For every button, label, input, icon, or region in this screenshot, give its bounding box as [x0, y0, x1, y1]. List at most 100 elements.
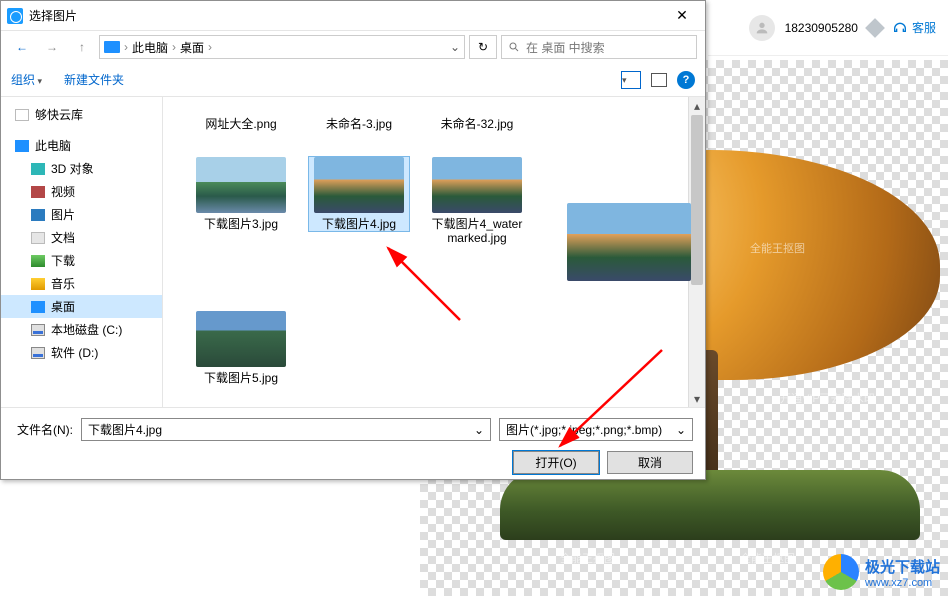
file-name: 下载图片3.jpg	[191, 217, 291, 231]
file-name: 下载图片4_watermarked.jpg	[427, 217, 527, 245]
file-thumbnail	[196, 157, 286, 213]
pc-icon	[104, 41, 120, 53]
file-item[interactable]: 下载图片5.jpg	[191, 311, 291, 385]
sidebar-item[interactable]: 音乐	[1, 272, 162, 295]
chevron-down-icon[interactable]: ⌄	[676, 423, 686, 437]
sidebar-item-label: 视频	[51, 183, 75, 200]
chevron-down-icon[interactable]: ⌄	[474, 423, 484, 437]
nav-up-button[interactable]: ↑	[69, 35, 95, 59]
file-name: 未命名-32.jpg	[427, 117, 527, 131]
sidebar-item-label: 音乐	[51, 275, 75, 292]
sidebar-item-label: 3D 对象	[51, 160, 94, 177]
file-name: 网址大全.png	[191, 117, 291, 131]
new-folder-button[interactable]: 新建文件夹	[64, 71, 124, 88]
address-dropdown[interactable]: ⌄	[450, 40, 460, 54]
filetype-value: 图片(*.jpg;*.jpeg;*.png;*.bmp)	[506, 421, 662, 438]
file-item[interactable]: 下载图片4.jpg	[309, 157, 409, 231]
file-item[interactable]: 下载图片3.jpg	[191, 157, 291, 231]
watermark-text: 全能王抠图	[750, 240, 805, 256]
file-thumbnail	[432, 157, 522, 213]
folder-icon	[31, 301, 45, 313]
logo-url: www.xz7.com	[865, 577, 940, 589]
folder-icon	[15, 140, 29, 152]
watermark-text: 全能王抠图	[740, 550, 795, 566]
sidebar-item[interactable]: 本地磁盘 (C:)	[1, 318, 162, 341]
titlebar: 选择图片 ✕	[1, 1, 705, 31]
logo-icon	[823, 554, 859, 590]
support-label: 客服	[912, 19, 936, 36]
folder-icon	[31, 163, 45, 175]
file-item[interactable]: 未命名-3.jpg	[309, 113, 409, 131]
app-icon	[7, 8, 23, 24]
file-thumbnail	[196, 311, 286, 367]
file-item[interactable]: 下载图片4_watermarked.jpg	[427, 157, 527, 245]
sidebar-item[interactable]: 图片	[1, 203, 162, 226]
sidebar-item[interactable]: 视频	[1, 180, 162, 203]
view-mode-button[interactable]	[621, 71, 641, 89]
file-item[interactable]: 网址大全.png	[191, 113, 291, 131]
close-button[interactable]: ✕	[665, 4, 699, 28]
app-header: 18230905280 客服	[708, 0, 948, 56]
folder-icon	[31, 209, 45, 221]
sidebar-item-label: 本地磁盘 (C:)	[51, 321, 122, 338]
sidebar-item[interactable]: 此电脑	[1, 134, 162, 157]
sidebar-item[interactable]: 3D 对象	[1, 157, 162, 180]
sidebar-item-label: 够快云库	[35, 106, 83, 123]
search-icon	[508, 41, 520, 53]
vip-diamond-icon[interactable]	[865, 18, 885, 38]
headset-icon	[892, 20, 908, 36]
chevron-right-icon: ›	[208, 40, 212, 54]
sidebar-item-label: 此电脑	[35, 137, 71, 154]
nav-forward-button[interactable]: →	[39, 35, 65, 59]
organize-menu[interactable]: 组织	[11, 71, 42, 88]
customer-service-link[interactable]: 客服	[892, 19, 936, 36]
folder-icon	[31, 255, 45, 267]
sidebar-item-label: 软件 (D:)	[51, 344, 98, 361]
file-name: 未命名-3.jpg	[309, 117, 409, 131]
sidebar-item[interactable]: 桌面	[1, 295, 162, 318]
folder-icon	[31, 232, 45, 244]
toolbar: 组织 新建文件夹 ?	[1, 63, 705, 97]
filetype-select[interactable]: 图片(*.jpg;*.jpeg;*.png;*.bmp) ⌄	[499, 418, 693, 441]
filename-input[interactable]: 下载图片4.jpg ⌄	[81, 418, 491, 441]
crumb-root[interactable]: 此电脑	[132, 39, 168, 56]
user-phone[interactable]: 18230905280	[785, 21, 858, 35]
search-input[interactable]: 在 桌面 中搜索	[501, 35, 697, 59]
open-button[interactable]: 打开(O)	[513, 451, 599, 474]
sidebar: 够快云库此电脑 3D 对象视频图片文档下载音乐桌面本地磁盘 (C:) 软件 (D:)	[1, 97, 163, 407]
cancel-button[interactable]: 取消	[607, 451, 693, 474]
watermark-text: 开通VIP可去除水印	[780, 390, 875, 406]
file-item[interactable]	[565, 203, 693, 281]
watermark-text: 全能王抠图	[560, 550, 615, 566]
folder-icon	[31, 347, 45, 359]
nav-back-button[interactable]: ←	[9, 35, 35, 59]
help-button[interactable]: ?	[677, 71, 695, 89]
scroll-up-arrow[interactable]: ▴	[689, 97, 705, 114]
sidebar-item[interactable]: 软件 (D:)	[1, 341, 162, 364]
crumb-folder[interactable]: 桌面	[180, 39, 204, 56]
sidebar-item[interactable]: 够快云库	[1, 103, 162, 126]
nav-row: ← → ↑ › 此电脑 › 桌面 › ⌄ ↻ 在 桌面 中搜索	[1, 31, 705, 63]
dialog-footer: 文件名(N): 下载图片4.jpg ⌄ 图片(*.jpg;*.jpeg;*.pn…	[1, 407, 705, 482]
logo-cn: 极光下载站	[865, 556, 940, 577]
filename-value: 下载图片4.jpg	[88, 421, 162, 438]
preview-pane-button[interactable]	[651, 73, 667, 87]
refresh-button[interactable]: ↻	[469, 35, 497, 59]
sidebar-item[interactable]: 文档	[1, 226, 162, 249]
file-name: 下载图片5.jpg	[191, 371, 291, 385]
sidebar-item-label: 下载	[51, 252, 75, 269]
file-item[interactable]: 未命名-32.jpg	[427, 113, 527, 131]
sidebar-item[interactable]: 下载	[1, 249, 162, 272]
files-pane[interactable]: ▴ ▾ 网址大全.png 未命名-3.jpg 未命名-32.jpg 下载图片3.jpg…	[163, 97, 705, 407]
sidebar-item-label: 图片	[51, 206, 75, 223]
file-thumbnail	[567, 203, 691, 281]
sidebar-item-label: 文档	[51, 229, 75, 246]
folder-icon	[31, 278, 45, 290]
address-bar[interactable]: › 此电脑 › 桌面 › ⌄	[99, 35, 465, 59]
filename-label: 文件名(N):	[13, 421, 73, 438]
folder-icon	[31, 186, 45, 198]
scroll-down-arrow[interactable]: ▾	[689, 390, 705, 407]
avatar[interactable]	[749, 15, 775, 41]
search-placeholder: 在 桌面 中搜索	[526, 39, 605, 56]
chevron-right-icon: ›	[124, 40, 128, 54]
